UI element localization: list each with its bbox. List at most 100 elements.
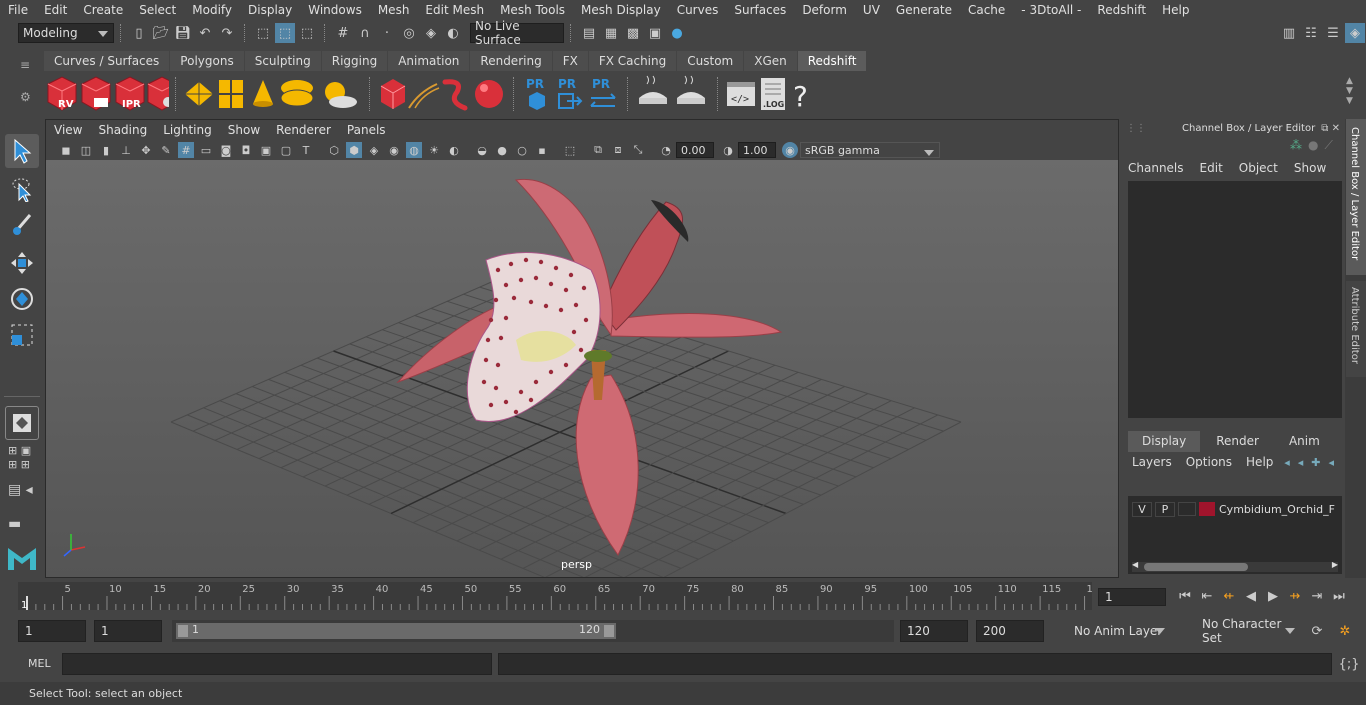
shadows-icon[interactable]: ☀ [426, 142, 442, 158]
workspace-icon[interactable]: ▥ [1279, 23, 1299, 43]
rs-bake-icon[interactable] [639, 75, 667, 104]
camera-select-icon[interactable]: ◼ [58, 142, 74, 158]
layer-action-icons[interactable]: ◂◂✚◂ [1284, 456, 1342, 469]
rs-hair-icon[interactable] [408, 83, 440, 109]
anim-start-field[interactable]: 1 [18, 620, 86, 642]
rs-script-editor-icon[interactable]: </> [727, 82, 755, 106]
rs-ipr-icon[interactable]: IPR [115, 76, 145, 111]
render-frame-icon[interactable]: ▦ [601, 23, 621, 43]
shelf-tab-rendering[interactable]: Rendering [470, 51, 552, 71]
layer-name[interactable]: Cymbidium_Orchid_Flower [1219, 503, 1335, 516]
open-scene-icon[interactable]: 📂︎ [151, 23, 171, 43]
layer-visibility-toggle[interactable]: V [1132, 501, 1152, 517]
rs-pr-cube-icon[interactable]: PR [526, 77, 545, 110]
wireframe-icon[interactable]: ⬡ [326, 142, 342, 158]
film-gate-icon[interactable]: ▭ [198, 142, 214, 158]
redo-icon[interactable]: ↷ [217, 23, 237, 43]
scale-tool-icon[interactable] [5, 318, 39, 352]
panel-menu-lighting[interactable]: Lighting [155, 123, 220, 137]
rs-render-sequence-icon[interactable] [81, 76, 111, 111]
panel-menu-panels[interactable]: Panels [339, 123, 394, 137]
rs-volume-icon[interactable] [442, 79, 468, 111]
soft-select-icon[interactable] [5, 406, 39, 440]
playback-start-field[interactable]: 1 [94, 620, 162, 642]
exposure-icon[interactable]: ◔ [658, 142, 674, 158]
panel-menu-renderer[interactable]: Renderer [268, 123, 339, 137]
attribute-editor-toggle-icon[interactable]: ☰ [1323, 23, 1343, 43]
shelf-tab-fx-caching[interactable]: FX Caching [588, 51, 677, 71]
shelf-settings-icon[interactable]: ⚙ [20, 90, 31, 104]
hud-icon[interactable]: ⧉ [590, 142, 606, 158]
time-slider-track[interactable]: 5 10 15 20 25 30 35 40 45 50 55 60 65 70 75 80 85 90 95 100… [18, 582, 1099, 611]
panel-menu-view[interactable]: View [46, 123, 90, 137]
side-tab-attribute-editor[interactable]: Attribute Editor [1346, 281, 1366, 377]
snap-grid-icon[interactable]: # [333, 23, 353, 43]
grease-pencil-icon[interactable]: ✎ [158, 142, 174, 158]
script-editor-icon[interactable]: {;} [1339, 654, 1360, 674]
move-tool-icon[interactable] [5, 246, 39, 280]
panel-window-controls[interactable]: ⧉ ✕ [1321, 123, 1340, 134]
layer-menu-layers[interactable]: Layers [1132, 455, 1172, 469]
shelf-tab-polygons[interactable]: Polygons [170, 51, 244, 71]
motion-blur-icon[interactable]: ○ [514, 142, 530, 158]
save-scene-icon[interactable]: 💾︎ [173, 23, 193, 43]
layer-menu-options[interactable]: Options [1186, 455, 1232, 469]
menu-display[interactable]: Display [240, 3, 300, 17]
shelf-tab-animation[interactable]: Animation [388, 51, 470, 71]
menu-3dtoall[interactable]: - 3DtoAll - [1013, 3, 1089, 17]
menu-create[interactable]: Create [75, 3, 131, 17]
shelf-tab-curves-surfaces[interactable]: Curves / Surfaces [44, 51, 170, 71]
bookmark-icon[interactable]: ▮ [98, 142, 114, 158]
rs-sun-sky-icon[interactable] [325, 82, 357, 108]
shelf-menu-icon[interactable]: ≡ [20, 58, 30, 72]
channel-sync-icon[interactable]: ● [1308, 138, 1318, 152]
panel-menu-shading[interactable]: Shading [90, 123, 155, 137]
safe-title-icon[interactable]: T [298, 142, 314, 158]
safe-action-icon[interactable]: ▢ [278, 142, 294, 158]
range-slider-handle[interactable]: 1 120 [176, 623, 616, 639]
layer-menu-help[interactable]: Help [1246, 455, 1273, 469]
new-scene-icon[interactable]: ▯ [129, 23, 149, 43]
lasso-tool-icon[interactable] [5, 172, 39, 206]
layer-hscrollbar[interactable]: ◀ ▶ [1132, 560, 1338, 572]
channel-menu-object[interactable]: Object [1239, 161, 1278, 175]
time-slider[interactable]: 5 10 15 20 25 30 35 40 45 50 55 60 65 70 75 80 85 90 95 100… [0, 580, 1366, 613]
layer-tab-display[interactable]: Display [1128, 431, 1201, 452]
select-object-icon[interactable]: ⬚ [275, 23, 295, 43]
rs-area-light-icon[interactable] [185, 82, 213, 106]
channel-menu-show[interactable]: Show [1294, 161, 1326, 175]
shelf-tab-sculpting[interactable]: Sculpting [244, 51, 321, 71]
rs-spot-light-icon[interactable] [253, 80, 273, 107]
hypershade-icon[interactable]: ● [667, 23, 687, 43]
channel-box-list[interactable] [1128, 181, 1342, 418]
menu-mesh-display[interactable]: Mesh Display [573, 3, 669, 17]
step-forward-frame-icon[interactable]: ⇸ [1285, 586, 1305, 606]
play-backward-icon[interactable]: ◀ [1241, 586, 1261, 606]
auto-key-icon[interactable]: ⟳ [1307, 621, 1327, 641]
camera-attributes-icon[interactable]: ◫ [78, 142, 94, 158]
step-back-frame-icon[interactable]: ⇷ [1219, 586, 1239, 606]
isolate-select-icon[interactable]: ⬚ [562, 142, 578, 158]
menu-redshift[interactable]: Redshift [1089, 3, 1154, 17]
layer-row[interactable]: V P Cymbidium_Orchid_Flower [1132, 501, 1344, 517]
command-input[interactable] [62, 653, 492, 675]
select-hierarchy-icon[interactable]: ⬚ [253, 23, 273, 43]
range-right-grip[interactable] [604, 625, 614, 637]
menu-surfaces[interactable]: Surfaces [726, 3, 794, 17]
all-lights-icon[interactable]: ◍ [406, 142, 422, 158]
scroll-thumb[interactable] [1144, 563, 1248, 571]
ipr-render-icon[interactable]: ▩ [623, 23, 643, 43]
make-live-icon[interactable]: ◐ [443, 23, 463, 43]
shelf-tab-rigging[interactable]: Rigging [321, 51, 388, 71]
playback-end-field[interactable]: 120 [900, 620, 968, 642]
render-settings-icon[interactable]: ▣ [645, 23, 665, 43]
shaded-wire-icon[interactable]: ◈ [366, 142, 382, 158]
2d-pan-zoom-icon[interactable]: ✥ [138, 142, 154, 158]
channel-filter-icon[interactable]: ⟋ [1324, 138, 1332, 153]
snap-view-plane-icon[interactable]: ◈ [421, 23, 441, 43]
shelf-tab-redshift[interactable]: Redshift [797, 51, 867, 71]
menu-mesh-tools[interactable]: Mesh Tools [492, 3, 573, 17]
layer-playback-toggle[interactable]: P [1155, 501, 1175, 517]
ui-toggle-icon[interactable]: ⧈ [610, 142, 626, 158]
shelf-tab-custom[interactable]: Custom [677, 51, 744, 71]
